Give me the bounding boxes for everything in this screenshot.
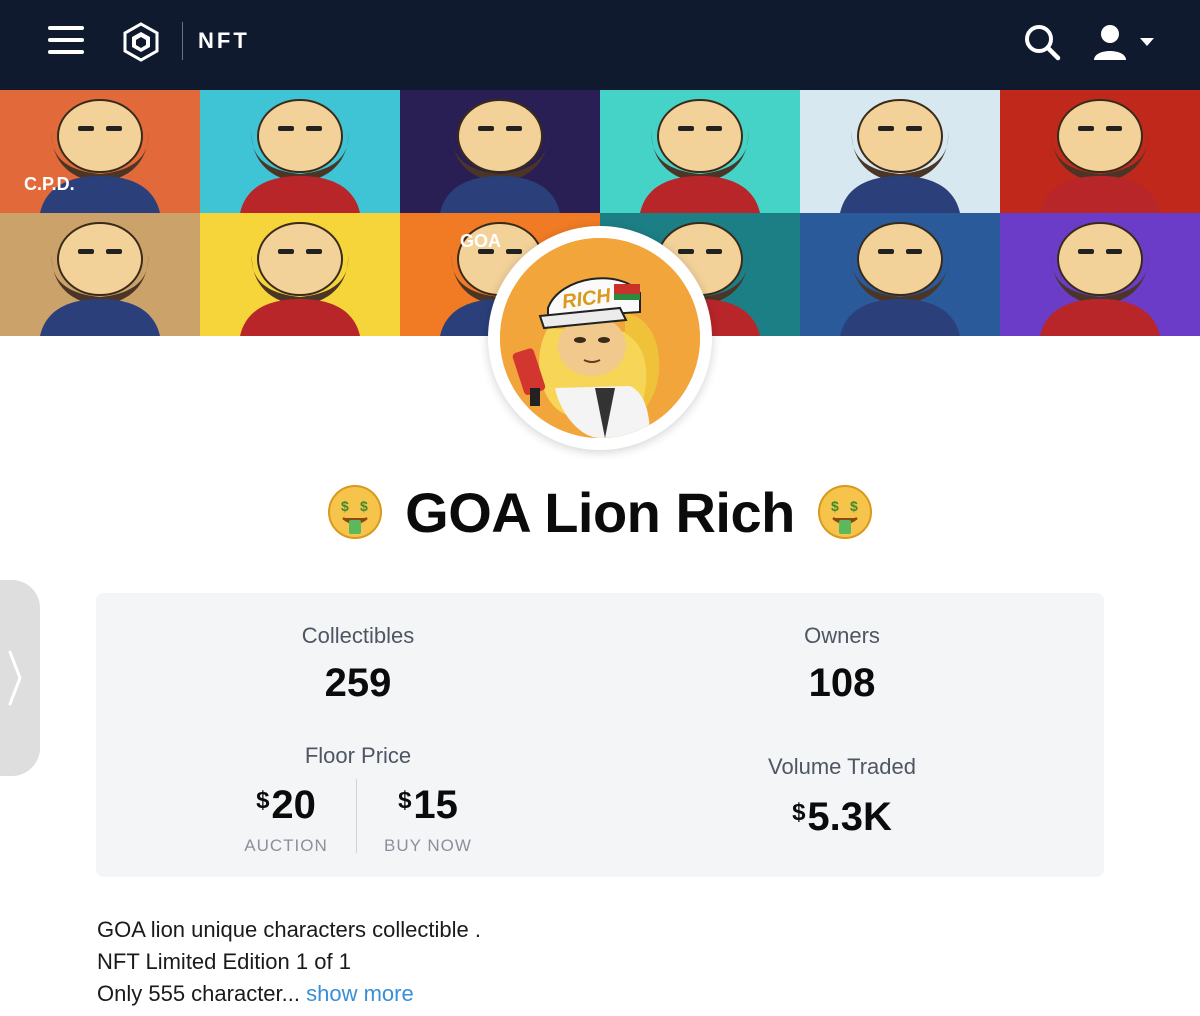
lion-rich-avatar-image: RICH [500,238,700,438]
page-title: GOA Lion Rich [405,480,795,544]
banner-nft-tile: C.P.D. [0,90,200,213]
description-line: NFT Limited Edition 1 of 1 [97,949,351,974]
crypto-com-logo[interactable] [122,22,160,62]
svg-text:$: $ [831,498,839,514]
side-panel-toggle[interactable] [0,580,40,776]
owners-value: 108 [808,661,876,705]
top-nav-bar: NFT [0,0,1200,90]
buy-now-price-value: 15 [413,783,458,827]
money-mouth-face-icon: $ $ [328,485,383,539]
description-line: GOA lion unique characters collectible . [97,917,481,942]
banner-nft-tile [800,213,1000,336]
currency-symbol: $ [792,799,806,826]
search-icon[interactable] [1022,22,1062,62]
show-more-link[interactable]: show more [306,981,414,1006]
owners-label: Owners [804,623,880,648]
banner-nft-tile [200,90,400,213]
banner-nft-tile [1000,90,1200,213]
caret-down-icon [1140,38,1154,46]
banner-nft-tile [200,213,400,336]
banner-nft-tile [1000,213,1200,336]
svg-text:$: $ [850,498,858,514]
auction-price: $20 [226,783,346,828]
buy-now-label: BUY NOW [384,836,472,855]
floor-price-label: Floor Price [304,743,412,768]
collection-stats-card: Collectibles 259 Owners 108 Floor Price … [96,593,1104,877]
collection-title-row: $ $ GOA Lion Rich $ $ [0,470,1200,554]
volume-traded-amount: 5.3K [807,795,892,839]
banner-nft-tile [400,90,600,213]
floor-price-divider [356,779,357,853]
collectibles-label: Collectibles [301,623,415,648]
user-menu-button[interactable] [1092,22,1162,64]
volume-traded-label: Volume Traded [768,754,916,779]
banner-nft-tile [0,213,200,336]
collection-avatar: RICH [488,226,712,450]
buy-now-price: $15 [366,783,490,828]
money-mouth-face-icon: $ $ [817,485,872,539]
banner-nft-tile [600,90,800,213]
chevron-right-icon [8,650,22,706]
svg-text:GOA: GOA [460,231,501,251]
svg-text:$: $ [360,498,368,514]
currency-symbol: $ [256,787,270,814]
description-line: Only 555 character... [97,981,300,1006]
auction-label: AUCTION [244,836,328,855]
collection-description: GOA lion unique characters collectible .… [97,914,481,1010]
svg-text:C.P.D.: C.P.D. [24,174,75,194]
menu-icon[interactable] [48,24,84,56]
banner-nft-tile [800,90,1000,213]
user-icon [1094,25,1154,60]
nav-divider [182,22,183,60]
currency-symbol: $ [398,787,412,814]
collectibles-value: 259 [324,661,392,705]
svg-text:$: $ [341,498,349,514]
auction-price-value: 20 [271,783,316,827]
volume-traded-value: $5.3K [722,795,962,840]
nft-brand-label[interactable]: NFT [198,28,250,54]
